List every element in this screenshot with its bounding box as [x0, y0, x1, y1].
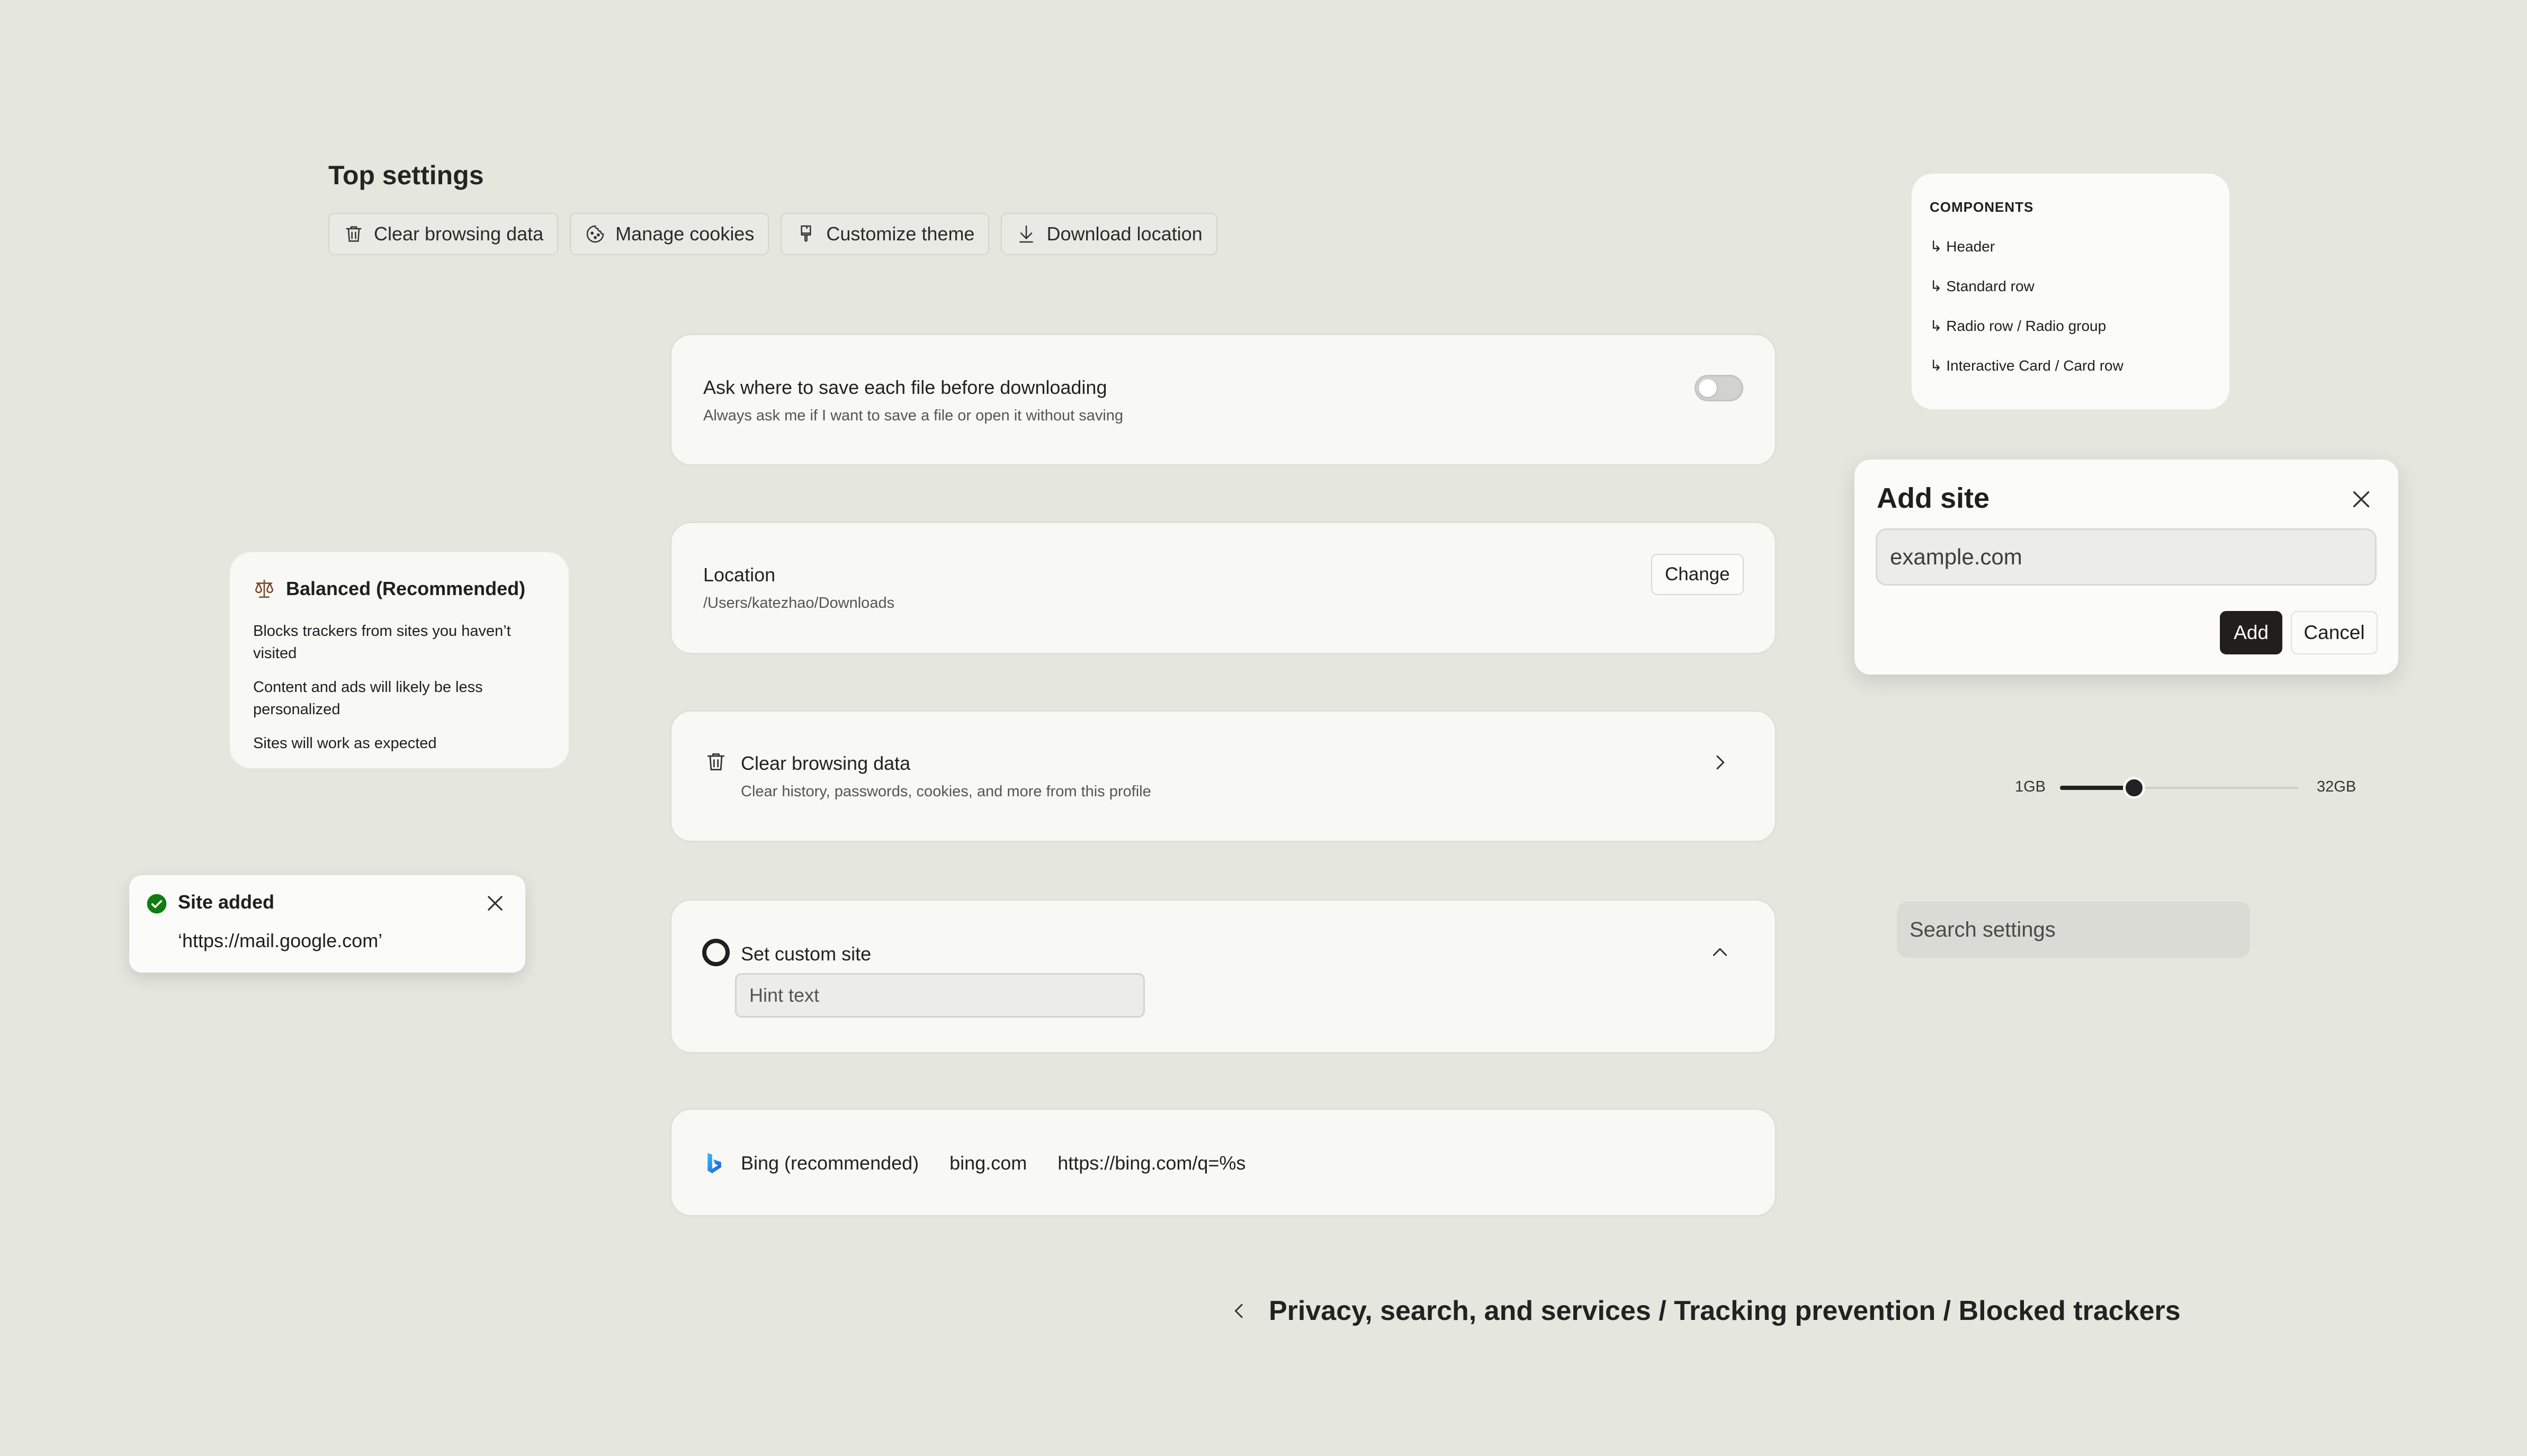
balanced-point: Content and ads will likely be less pers…: [253, 679, 483, 718]
toast-title: Site added: [178, 891, 275, 913]
site-added-toast: Site added ‘https://mail.google.com’: [129, 875, 525, 973]
custom-site-input-placeholder: Hint text: [749, 984, 820, 1006]
download-icon: [1016, 223, 1037, 245]
chevron-left-icon[interactable]: [1229, 1300, 1250, 1322]
chip-label: Customize theme: [826, 223, 975, 245]
location-path: /Users/katezhao/Downloads: [703, 595, 895, 612]
location-title: Location: [703, 564, 776, 586]
cancel-button[interactable]: Cancel: [2291, 611, 2378, 654]
search-engine-card[interactable]: Bing (recommended) bing.com https://bing…: [670, 1108, 1777, 1217]
clear-browsing-subtitle: Clear history, passwords, cookies, and m…: [741, 783, 1151, 800]
search-settings-input[interactable]: Search settings: [1897, 902, 2250, 958]
site-url-input[interactable]: example.com: [1876, 528, 2377, 586]
clear-browsing-title: Clear browsing data: [741, 752, 911, 774]
add-site-dialog: Add site example.com Add Cancel: [1854, 460, 2398, 675]
custom-site-input[interactable]: Hint text: [735, 973, 1145, 1018]
chip-manage-cookies[interactable]: Manage cookies: [570, 213, 769, 255]
ask-save-subtitle: Always ask me if I want to save a file o…: [703, 407, 1124, 424]
breadcrumb-text: Privacy, search, and services / Tracking…: [1269, 1296, 2181, 1326]
component-item-radio-row[interactable]: ↳ Radio row / Radio group: [1930, 317, 2211, 335]
search-engine-url: https://bing.com/q=%s: [1058, 1152, 1246, 1174]
chip-label: Clear browsing data: [374, 223, 544, 245]
slider-min-label: 1GB: [2015, 778, 2046, 795]
custom-site-title: Set custom site: [741, 943, 872, 965]
dialog-title: Add site: [1877, 482, 1990, 514]
close-icon[interactable]: [2349, 487, 2373, 511]
balanced-title: Balanced (Recommended): [286, 578, 526, 599]
trash-icon: [704, 750, 728, 774]
top-settings-title: Top settings: [328, 160, 484, 190]
chip-download-location[interactable]: Download location: [1001, 213, 1217, 255]
component-item-header[interactable]: ↳ Header: [1930, 238, 2211, 255]
clear-browsing-card[interactable]: Clear browsing data Clear history, passw…: [670, 710, 1777, 842]
radio-selected-icon[interactable]: [702, 939, 730, 966]
custom-site-card: Set custom site Hint text: [670, 899, 1777, 1054]
search-engine-domain: bing.com: [949, 1152, 1027, 1174]
balanced-point: Blocks trackers from sites you haven’t v…: [253, 623, 511, 662]
change-location-button[interactable]: Change: [1651, 554, 1744, 595]
search-placeholder: Search settings: [1910, 918, 2056, 941]
paint-brush-icon: [795, 223, 817, 245]
cookie-icon: [585, 223, 606, 245]
balanced-card[interactable]: Balanced (Recommended) Blocks trackers f…: [230, 552, 569, 768]
slider-max-label: 32GB: [2317, 778, 2356, 795]
chip-label: Manage cookies: [615, 223, 755, 245]
breadcrumb: Privacy, search, and services / Tracking…: [1229, 1295, 2181, 1327]
scale-icon: [253, 578, 275, 600]
search-engine-name: Bing (recommended): [741, 1152, 919, 1174]
components-heading: COMPONENTS: [1930, 199, 2034, 215]
components-panel: COMPONENTS ↳ Header ↳ Standard row ↳ Rad…: [1912, 174, 2229, 409]
storage-slider[interactable]: [2060, 777, 2298, 799]
chevron-up-icon[interactable]: [1709, 942, 1731, 963]
add-button[interactable]: Add: [2220, 611, 2282, 654]
ask-save-card: Ask where to save each file before downl…: [670, 334, 1777, 466]
close-icon[interactable]: [484, 892, 506, 914]
ask-save-toggle[interactable]: [1695, 375, 1743, 401]
component-item-card-row[interactable]: ↳ Interactive Card / Card row: [1930, 357, 2211, 374]
location-card: Location /Users/katezhao/Downloads Chang…: [670, 522, 1777, 654]
top-settings-chips: Clear browsing data Manage cookies Custo…: [328, 213, 1217, 255]
chip-clear-browsing-data[interactable]: Clear browsing data: [328, 213, 559, 255]
slider-thumb[interactable]: [2122, 777, 2145, 799]
component-item-standard-row[interactable]: ↳ Standard row: [1930, 277, 2211, 295]
chip-label: Download location: [1046, 223, 1203, 245]
toast-message: ‘https://mail.google.com’: [178, 930, 383, 951]
success-check-icon: [146, 893, 167, 914]
balanced-point: Sites will work as expected: [253, 735, 437, 752]
site-url-placeholder: example.com: [1890, 544, 2022, 569]
bing-icon: [705, 1152, 723, 1176]
trash-icon: [343, 223, 364, 245]
chip-customize-theme[interactable]: Customize theme: [781, 213, 990, 255]
chevron-right-icon: [1709, 752, 1731, 773]
ask-save-title: Ask where to save each file before downl…: [703, 376, 1107, 398]
